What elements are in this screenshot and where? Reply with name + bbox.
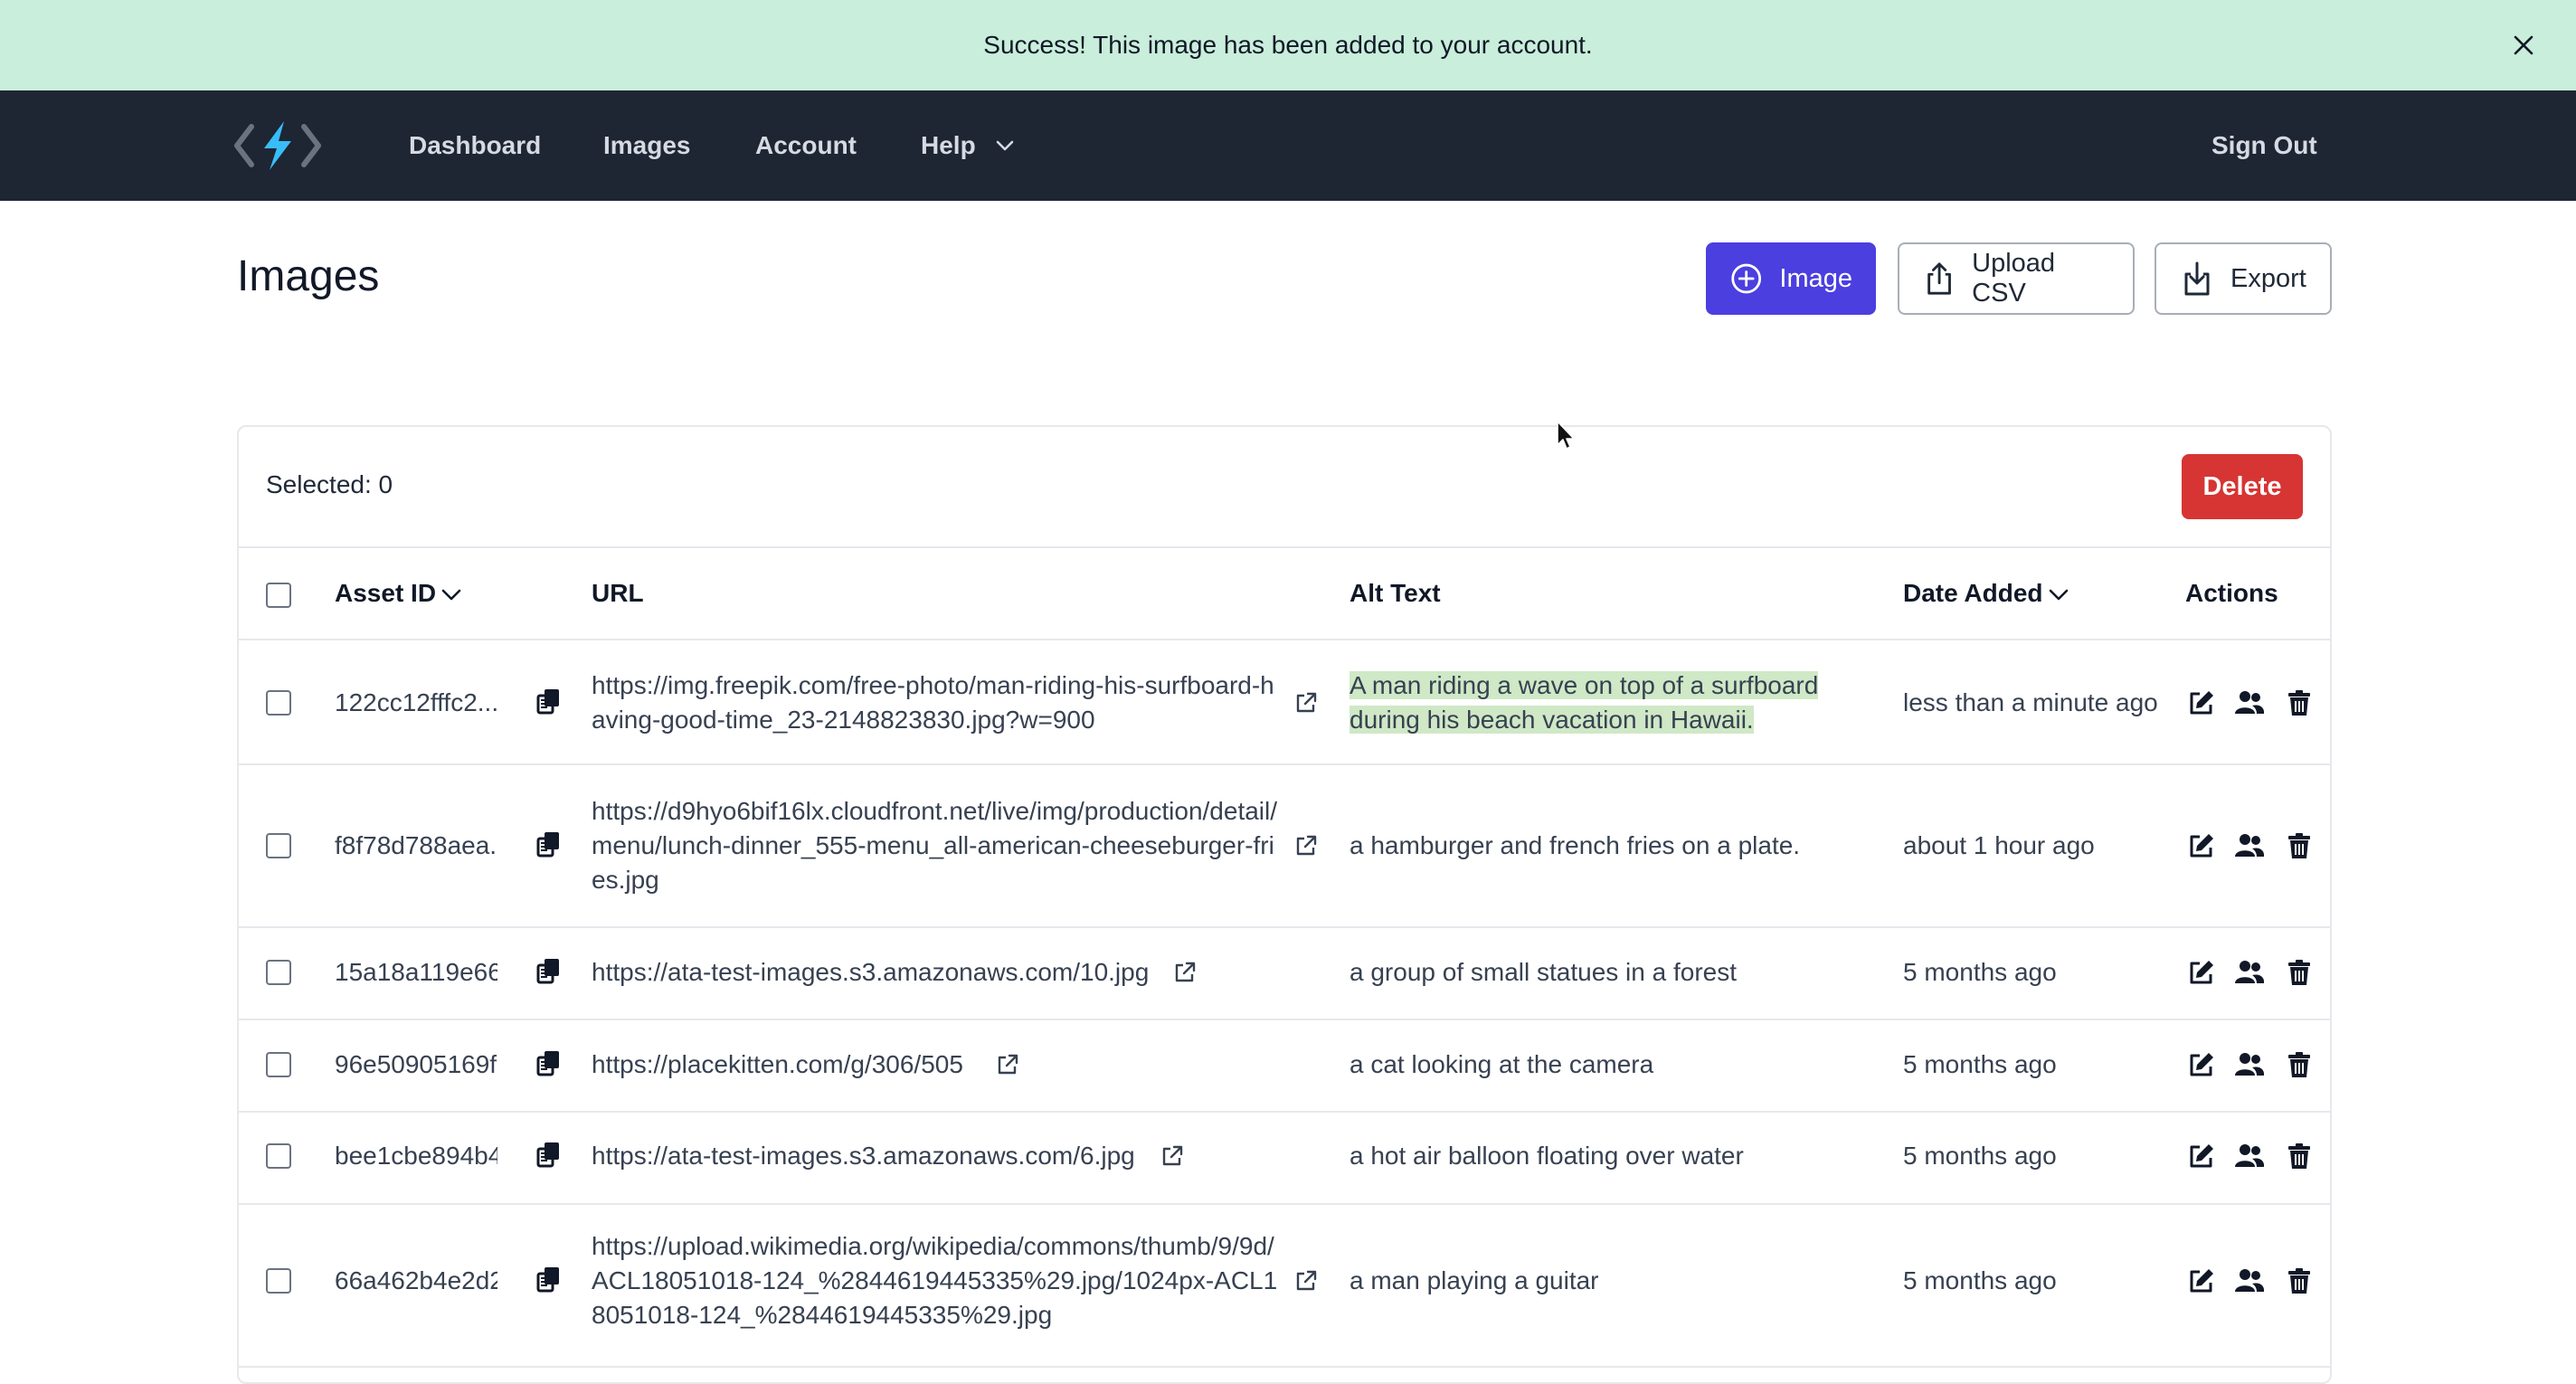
- row-checkbox[interactable]: [266, 690, 291, 716]
- asset-id: 96e50905169f...: [335, 1050, 497, 1078]
- edit-icon[interactable]: [2187, 1142, 2216, 1171]
- copy-icon[interactable]: [535, 687, 564, 716]
- nav-account[interactable]: Account: [755, 129, 857, 162]
- edit-icon[interactable]: [2187, 1050, 2216, 1079]
- users-icon[interactable]: [2234, 958, 2265, 987]
- chevron-down-icon: [2049, 589, 2068, 600]
- nav-dashboard[interactable]: Dashboard: [409, 129, 541, 162]
- divider: [239, 546, 2330, 548]
- row-checkbox[interactable]: [266, 1268, 291, 1294]
- close-icon: [2514, 35, 2533, 55]
- alt-text: a cat looking at the camera: [1350, 1050, 1654, 1078]
- row-checkbox[interactable]: [266, 960, 291, 985]
- add-image-button[interactable]: Image: [1706, 242, 1876, 315]
- chevron-down-icon[interactable]: [995, 137, 1015, 155]
- delete-button[interactable]: Delete: [2182, 454, 2303, 519]
- image-url[interactable]: https://ata-test-images.s3.amazonaws.com…: [592, 955, 1170, 990]
- url-header: URL: [592, 579, 644, 607]
- row-checkbox[interactable]: [266, 1143, 291, 1169]
- sign-out-link[interactable]: Sign Out: [2211, 129, 2317, 162]
- asset-id-header-label: Asset ID: [335, 579, 437, 607]
- external-link-icon[interactable]: [995, 1052, 1020, 1077]
- external-link-icon[interactable]: [1293, 1268, 1319, 1294]
- trash-icon[interactable]: [2287, 831, 2312, 860]
- trash-icon[interactable]: [2287, 1266, 2312, 1295]
- users-icon[interactable]: [2234, 831, 2265, 860]
- alt-text-header: Alt Text: [1350, 579, 1441, 607]
- date-added: 5 months ago: [1903, 958, 2057, 986]
- actions-header: Actions: [2185, 579, 2278, 607]
- date-added: less than a minute ago: [1903, 688, 2158, 716]
- copy-icon[interactable]: [535, 1265, 564, 1294]
- date-added: 5 months ago: [1903, 1050, 2057, 1078]
- edit-icon[interactable]: [2187, 1266, 2216, 1295]
- page-title: Images: [237, 252, 380, 300]
- users-icon[interactable]: [2234, 688, 2265, 717]
- asset-id: 66a462b4e2d2...: [335, 1266, 497, 1294]
- asset-id-header[interactable]: Asset ID: [335, 577, 461, 610]
- row-checkbox[interactable]: [266, 1052, 291, 1077]
- users-icon[interactable]: [2234, 1142, 2265, 1171]
- external-link-icon[interactable]: [1172, 960, 1198, 985]
- image-url[interactable]: https://ata-test-images.s3.amazonaws.com…: [592, 1139, 1152, 1173]
- plus-circle-icon: [1731, 263, 1762, 294]
- upload-csv-label: Upload CSV: [1972, 249, 2056, 308]
- image-url[interactable]: https://placekitten.com/g/306/505: [592, 1047, 990, 1082]
- date-added-header[interactable]: Date Added: [1903, 577, 2069, 610]
- alt-text: a group of small statues in a forest: [1350, 958, 1737, 986]
- lightning-code-logo[interactable]: [233, 119, 322, 172]
- trash-icon[interactable]: [2287, 688, 2312, 717]
- add-image-label: Image: [1779, 263, 1852, 293]
- nav-images[interactable]: Images: [603, 129, 691, 162]
- external-link-icon[interactable]: [1160, 1143, 1185, 1169]
- asset-id: 15a18a119e66...: [335, 958, 497, 986]
- copy-icon[interactable]: [535, 829, 564, 858]
- close-banner-button[interactable]: [2504, 25, 2543, 65]
- asset-id: 122cc12fffc2...: [335, 688, 497, 716]
- select-all-checkbox[interactable]: [266, 583, 291, 608]
- alt-text: a man playing a guitar: [1350, 1266, 1599, 1294]
- users-icon[interactable]: [2234, 1266, 2265, 1295]
- divider: [239, 1366, 2330, 1368]
- export-button[interactable]: Export: [2155, 242, 2332, 315]
- upload-icon: [1927, 262, 1951, 295]
- asset-id: bee1cbe894b4...: [335, 1142, 497, 1170]
- asset-id: f8f78d788aea...: [335, 831, 497, 859]
- copy-icon[interactable]: [535, 956, 564, 985]
- date-added: about 1 hour ago: [1903, 831, 2095, 859]
- external-link-icon[interactable]: [1293, 833, 1319, 858]
- image-url[interactable]: https://img.freepik.com/free-photo/man-r…: [592, 668, 1281, 737]
- image-url[interactable]: https://d9hyo6bif16lx.cloudfront.net/liv…: [592, 794, 1281, 897]
- nav-help[interactable]: Help: [921, 129, 976, 162]
- chevron-down-icon: [441, 589, 461, 600]
- alt-text: A man riding a wave on top of a surfboar…: [1350, 668, 1856, 737]
- date-added-header-label: Date Added: [1903, 579, 2043, 607]
- selected-count: Selected: 0: [266, 470, 393, 498]
- trash-icon[interactable]: [2287, 1142, 2312, 1171]
- edit-icon[interactable]: [2187, 958, 2216, 987]
- date-added: 5 months ago: [1903, 1142, 2057, 1170]
- trash-icon[interactable]: [2287, 958, 2312, 987]
- edit-icon[interactable]: [2187, 688, 2216, 717]
- success-banner: Success! This image has been added to yo…: [0, 0, 2576, 90]
- alt-text: a hamburger and french fries on a plate.: [1350, 831, 1801, 859]
- alt-text-highlight: A man riding a wave on top of a surfboar…: [1350, 671, 1819, 734]
- external-link-icon[interactable]: [1293, 690, 1319, 716]
- edit-icon[interactable]: [2187, 831, 2216, 860]
- date-added: 5 months ago: [1903, 1266, 2057, 1294]
- row-checkbox[interactable]: [266, 833, 291, 858]
- top-navbar: [0, 90, 2576, 201]
- copy-icon[interactable]: [535, 1140, 564, 1169]
- trash-icon[interactable]: [2287, 1050, 2312, 1079]
- alt-text: a hot air balloon floating over water: [1350, 1142, 1744, 1170]
- image-url[interactable]: https://upload.wikimedia.org/wikipedia/c…: [592, 1229, 1281, 1332]
- export-label: Export: [2230, 263, 2306, 293]
- mouse-cursor-icon: [1557, 421, 1575, 450]
- users-icon[interactable]: [2234, 1050, 2265, 1079]
- upload-csv-button[interactable]: Upload CSV: [1898, 242, 2135, 315]
- download-icon: [2184, 261, 2210, 296]
- banner-message: Success! This image has been added to yo…: [983, 31, 1593, 59]
- copy-icon[interactable]: [535, 1048, 564, 1077]
